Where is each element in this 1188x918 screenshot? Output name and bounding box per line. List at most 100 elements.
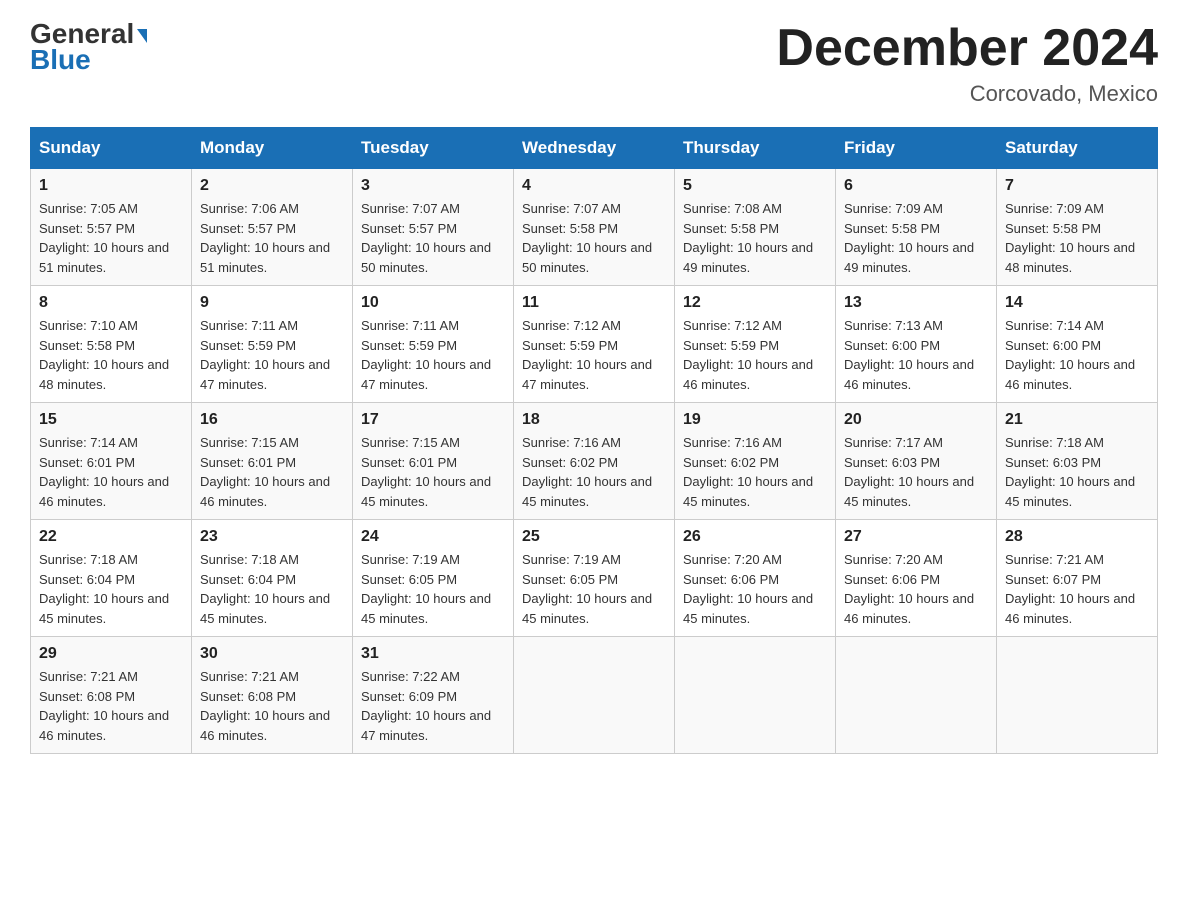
calendar-cell: 28 Sunrise: 7:21 AM Sunset: 6:07 PM Dayl… (997, 520, 1158, 637)
page-header: General Blue December 2024 Corcovado, Me… (30, 20, 1158, 107)
calendar-cell: 27 Sunrise: 7:20 AM Sunset: 6:06 PM Dayl… (836, 520, 997, 637)
calendar-cell: 1 Sunrise: 7:05 AM Sunset: 5:57 PM Dayli… (31, 169, 192, 286)
calendar-week-1: 1 Sunrise: 7:05 AM Sunset: 5:57 PM Dayli… (31, 169, 1158, 286)
day-info: Sunrise: 7:13 AM Sunset: 6:00 PM Dayligh… (844, 316, 988, 394)
day-number: 9 (200, 294, 344, 312)
month-year-title: December 2024 (776, 20, 1158, 77)
col-thursday: Thursday (675, 128, 836, 169)
day-info: Sunrise: 7:05 AM Sunset: 5:57 PM Dayligh… (39, 199, 183, 277)
calendar-cell (997, 637, 1158, 754)
calendar-cell: 21 Sunrise: 7:18 AM Sunset: 6:03 PM Dayl… (997, 403, 1158, 520)
calendar-cell: 30 Sunrise: 7:21 AM Sunset: 6:08 PM Dayl… (192, 637, 353, 754)
day-number: 3 (361, 177, 505, 195)
day-info: Sunrise: 7:12 AM Sunset: 5:59 PM Dayligh… (522, 316, 666, 394)
day-info: Sunrise: 7:20 AM Sunset: 6:06 PM Dayligh… (844, 550, 988, 628)
day-info: Sunrise: 7:07 AM Sunset: 5:58 PM Dayligh… (522, 199, 666, 277)
day-info: Sunrise: 7:11 AM Sunset: 5:59 PM Dayligh… (361, 316, 505, 394)
calendar-cell: 29 Sunrise: 7:21 AM Sunset: 6:08 PM Dayl… (31, 637, 192, 754)
calendar-cell: 17 Sunrise: 7:15 AM Sunset: 6:01 PM Dayl… (353, 403, 514, 520)
day-number: 1 (39, 177, 183, 195)
day-number: 28 (1005, 528, 1149, 546)
day-number: 25 (522, 528, 666, 546)
calendar-cell: 3 Sunrise: 7:07 AM Sunset: 5:57 PM Dayli… (353, 169, 514, 286)
calendar-cell: 19 Sunrise: 7:16 AM Sunset: 6:02 PM Dayl… (675, 403, 836, 520)
day-number: 6 (844, 177, 988, 195)
calendar-cell: 23 Sunrise: 7:18 AM Sunset: 6:04 PM Dayl… (192, 520, 353, 637)
calendar-cell: 4 Sunrise: 7:07 AM Sunset: 5:58 PM Dayli… (514, 169, 675, 286)
day-info: Sunrise: 7:09 AM Sunset: 5:58 PM Dayligh… (1005, 199, 1149, 277)
logo: General Blue (30, 20, 147, 74)
day-info: Sunrise: 7:18 AM Sunset: 6:04 PM Dayligh… (200, 550, 344, 628)
calendar-cell: 20 Sunrise: 7:17 AM Sunset: 6:03 PM Dayl… (836, 403, 997, 520)
day-info: Sunrise: 7:12 AM Sunset: 5:59 PM Dayligh… (683, 316, 827, 394)
day-info: Sunrise: 7:08 AM Sunset: 5:58 PM Dayligh… (683, 199, 827, 277)
calendar-cell: 8 Sunrise: 7:10 AM Sunset: 5:58 PM Dayli… (31, 286, 192, 403)
day-number: 17 (361, 411, 505, 429)
day-info: Sunrise: 7:21 AM Sunset: 6:08 PM Dayligh… (200, 667, 344, 745)
day-number: 7 (1005, 177, 1149, 195)
day-number: 4 (522, 177, 666, 195)
calendar-cell: 15 Sunrise: 7:14 AM Sunset: 6:01 PM Dayl… (31, 403, 192, 520)
logo-blue-text: Blue (30, 46, 91, 74)
day-info: Sunrise: 7:06 AM Sunset: 5:57 PM Dayligh… (200, 199, 344, 277)
day-info: Sunrise: 7:15 AM Sunset: 6:01 PM Dayligh… (200, 433, 344, 511)
col-monday: Monday (192, 128, 353, 169)
calendar-cell: 24 Sunrise: 7:19 AM Sunset: 6:05 PM Dayl… (353, 520, 514, 637)
calendar-cell: 9 Sunrise: 7:11 AM Sunset: 5:59 PM Dayli… (192, 286, 353, 403)
day-info: Sunrise: 7:18 AM Sunset: 6:04 PM Dayligh… (39, 550, 183, 628)
day-info: Sunrise: 7:14 AM Sunset: 6:00 PM Dayligh… (1005, 316, 1149, 394)
calendar-cell: 25 Sunrise: 7:19 AM Sunset: 6:05 PM Dayl… (514, 520, 675, 637)
title-section: December 2024 Corcovado, Mexico (776, 20, 1158, 107)
day-number: 10 (361, 294, 505, 312)
day-number: 20 (844, 411, 988, 429)
col-wednesday: Wednesday (514, 128, 675, 169)
day-info: Sunrise: 7:21 AM Sunset: 6:07 PM Dayligh… (1005, 550, 1149, 628)
calendar-week-3: 15 Sunrise: 7:14 AM Sunset: 6:01 PM Dayl… (31, 403, 1158, 520)
day-number: 23 (200, 528, 344, 546)
day-number: 21 (1005, 411, 1149, 429)
day-info: Sunrise: 7:07 AM Sunset: 5:57 PM Dayligh… (361, 199, 505, 277)
day-number: 27 (844, 528, 988, 546)
day-number: 2 (200, 177, 344, 195)
calendar-cell: 7 Sunrise: 7:09 AM Sunset: 5:58 PM Dayli… (997, 169, 1158, 286)
col-saturday: Saturday (997, 128, 1158, 169)
calendar-cell: 26 Sunrise: 7:20 AM Sunset: 6:06 PM Dayl… (675, 520, 836, 637)
calendar-cell: 13 Sunrise: 7:13 AM Sunset: 6:00 PM Dayl… (836, 286, 997, 403)
day-number: 11 (522, 294, 666, 312)
calendar-cell: 31 Sunrise: 7:22 AM Sunset: 6:09 PM Dayl… (353, 637, 514, 754)
day-info: Sunrise: 7:21 AM Sunset: 6:08 PM Dayligh… (39, 667, 183, 745)
calendar-cell: 16 Sunrise: 7:15 AM Sunset: 6:01 PM Dayl… (192, 403, 353, 520)
calendar-cell: 5 Sunrise: 7:08 AM Sunset: 5:58 PM Dayli… (675, 169, 836, 286)
day-number: 29 (39, 645, 183, 663)
calendar-cell (675, 637, 836, 754)
col-sunday: Sunday (31, 128, 192, 169)
col-tuesday: Tuesday (353, 128, 514, 169)
calendar-cell: 12 Sunrise: 7:12 AM Sunset: 5:59 PM Dayl… (675, 286, 836, 403)
calendar-cell: 11 Sunrise: 7:12 AM Sunset: 5:59 PM Dayl… (514, 286, 675, 403)
calendar-week-5: 29 Sunrise: 7:21 AM Sunset: 6:08 PM Dayl… (31, 637, 1158, 754)
calendar-cell: 14 Sunrise: 7:14 AM Sunset: 6:00 PM Dayl… (997, 286, 1158, 403)
calendar-cell: 10 Sunrise: 7:11 AM Sunset: 5:59 PM Dayl… (353, 286, 514, 403)
calendar-week-4: 22 Sunrise: 7:18 AM Sunset: 6:04 PM Dayl… (31, 520, 1158, 637)
day-info: Sunrise: 7:19 AM Sunset: 6:05 PM Dayligh… (522, 550, 666, 628)
calendar-cell (836, 637, 997, 754)
day-number: 15 (39, 411, 183, 429)
day-number: 16 (200, 411, 344, 429)
day-info: Sunrise: 7:18 AM Sunset: 6:03 PM Dayligh… (1005, 433, 1149, 511)
day-number: 30 (200, 645, 344, 663)
calendar-week-2: 8 Sunrise: 7:10 AM Sunset: 5:58 PM Dayli… (31, 286, 1158, 403)
day-info: Sunrise: 7:10 AM Sunset: 5:58 PM Dayligh… (39, 316, 183, 394)
day-info: Sunrise: 7:09 AM Sunset: 5:58 PM Dayligh… (844, 199, 988, 277)
day-info: Sunrise: 7:16 AM Sunset: 6:02 PM Dayligh… (522, 433, 666, 511)
day-info: Sunrise: 7:11 AM Sunset: 5:59 PM Dayligh… (200, 316, 344, 394)
day-number: 26 (683, 528, 827, 546)
day-info: Sunrise: 7:14 AM Sunset: 6:01 PM Dayligh… (39, 433, 183, 511)
day-number: 5 (683, 177, 827, 195)
day-info: Sunrise: 7:16 AM Sunset: 6:02 PM Dayligh… (683, 433, 827, 511)
day-number: 31 (361, 645, 505, 663)
calendar-header-row: Sunday Monday Tuesday Wednesday Thursday… (31, 128, 1158, 169)
day-info: Sunrise: 7:15 AM Sunset: 6:01 PM Dayligh… (361, 433, 505, 511)
calendar-cell (514, 637, 675, 754)
day-number: 8 (39, 294, 183, 312)
day-info: Sunrise: 7:19 AM Sunset: 6:05 PM Dayligh… (361, 550, 505, 628)
